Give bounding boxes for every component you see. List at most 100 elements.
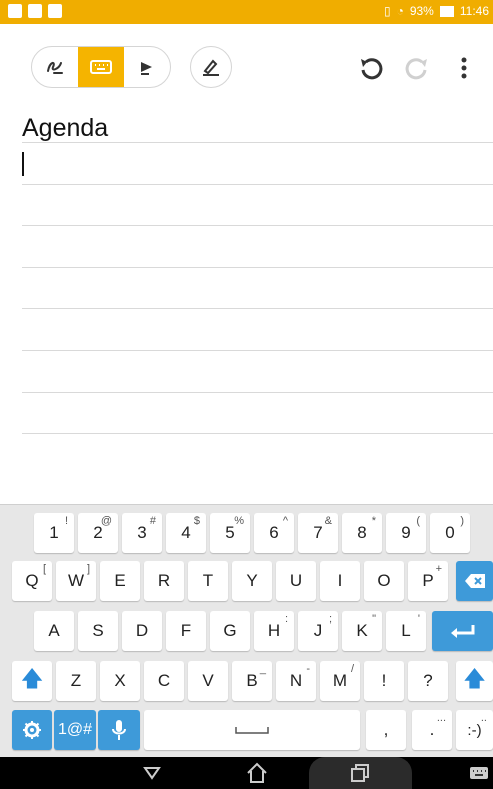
note-title[interactable]: Agenda: [22, 114, 108, 143]
key[interactable]: X: [100, 661, 140, 701]
pen-settings-button[interactable]: [190, 46, 232, 88]
key[interactable]: 4 $: [166, 513, 206, 553]
ruled-line: [22, 392, 493, 393]
emoticon-key[interactable]: :-) ..: [456, 710, 493, 750]
key-label: :-): [467, 721, 482, 739]
key[interactable]: 5%: [210, 513, 250, 553]
key-label: 3: [137, 523, 147, 542]
key[interactable]: H:: [254, 611, 294, 651]
key-alt-label: ]: [86, 563, 90, 575]
shift-key-left[interactable]: 🡅: [12, 661, 52, 701]
home-button[interactable]: [244, 761, 270, 785]
input-mode-group: [31, 46, 171, 88]
key[interactable]: J;: [298, 611, 338, 651]
key-label: L: [401, 621, 411, 640]
key[interactable]: R: [144, 561, 184, 601]
key-label: K: [356, 621, 368, 640]
key[interactable]: K ": [342, 611, 382, 651]
recent-apps-button[interactable]: [347, 761, 373, 785]
more-vert-icon: [461, 57, 467, 79]
key[interactable]: O: [364, 561, 404, 601]
shift-icon: 🡅: [463, 666, 486, 691]
key[interactable]: 9(: [386, 513, 426, 553]
backspace-icon: [464, 574, 485, 588]
key[interactable]: ?: [408, 661, 448, 701]
back-button[interactable]: [139, 761, 165, 785]
key[interactable]: 7 &: [298, 513, 338, 553]
key[interactable]: G: [210, 611, 250, 651]
key[interactable]: S: [78, 611, 118, 651]
key[interactable]: F: [166, 611, 206, 651]
back-icon: [143, 767, 161, 780]
key-alt-label: ...: [436, 712, 446, 724]
key-alt-label: *: [371, 515, 376, 527]
key[interactable]: C: [144, 661, 184, 701]
key[interactable]: 8 *: [342, 513, 382, 553]
backspace-key[interactable]: [456, 561, 493, 601]
key[interactable]: D: [122, 611, 162, 651]
key[interactable]: V: [188, 661, 228, 701]
notification-icon: [8, 4, 22, 18]
key-label: P: [422, 571, 434, 590]
key[interactable]: A: [34, 611, 74, 651]
keyboard-icon: [90, 60, 112, 74]
key[interactable]: I: [320, 561, 360, 601]
comma-key[interactable]: ,: [366, 710, 406, 750]
key-label: W: [67, 571, 85, 590]
key-label: X: [114, 671, 126, 690]
key[interactable]: 2 @: [78, 513, 118, 553]
keyboard-mode-button[interactable]: [78, 47, 124, 87]
more-options-button[interactable]: [446, 50, 482, 86]
note-canvas[interactable]: Agenda: [0, 104, 493, 504]
key-label: E: [114, 571, 126, 590]
key[interactable]: 0): [430, 513, 470, 553]
ruled-line: [22, 267, 493, 268]
key-alt-label: &: [324, 515, 332, 527]
key[interactable]: Y: [232, 561, 272, 601]
key-label: B: [246, 671, 258, 690]
key[interactable]: 3 #: [122, 513, 162, 553]
key-label: 7: [313, 523, 323, 542]
key-label: S: [92, 621, 104, 640]
key[interactable]: 1!: [34, 513, 74, 553]
key[interactable]: U: [276, 561, 316, 601]
key-label: H: [267, 621, 281, 640]
space-key[interactable]: [144, 710, 360, 750]
key-label: A: [48, 621, 60, 640]
key-alt-label: ": [372, 613, 376, 625]
key[interactable]: P +: [408, 561, 448, 601]
home-icon: [247, 762, 267, 783]
key[interactable]: E: [100, 561, 140, 601]
undo-button[interactable]: [353, 50, 389, 86]
enter-key[interactable]: [432, 611, 493, 651]
key[interactable]: N-: [276, 661, 316, 701]
status-bar: ▯ ◔ 93% 11:46: [0, 0, 493, 24]
key[interactable]: 6 ^: [254, 513, 294, 553]
shift-key-right[interactable]: 🡅: [456, 661, 493, 701]
enter-icon: [450, 625, 474, 638]
key-label: .: [429, 720, 435, 739]
keyboard-icon: [470, 767, 488, 779]
key[interactable]: M /: [320, 661, 360, 701]
settings-key[interactable]: [12, 710, 52, 750]
key[interactable]: B _: [232, 661, 272, 701]
soft-keyboard: 1! 2 @3 #4 $5% 6 ^ 7 & 8 * 9(0) Q[W] E R T Y U I O P + ASDFG…: [0, 504, 493, 757]
ruled-line: [22, 433, 493, 434]
key[interactable]: Q[: [12, 561, 52, 601]
voice-input-key[interactable]: [98, 710, 140, 750]
symbols-key[interactable]: 1@#: [54, 710, 96, 750]
key[interactable]: Z: [56, 661, 96, 701]
key-alt-label: (: [416, 515, 420, 527]
key[interactable]: L ': [386, 611, 426, 651]
key-label: R: [157, 571, 171, 590]
key-label: Y: [246, 571, 258, 590]
period-key[interactable]: . ...: [412, 710, 452, 750]
keyboard-switch-button[interactable]: [466, 761, 492, 785]
key-label: 4: [181, 523, 191, 542]
key[interactable]: W]: [56, 561, 96, 601]
highlighter-mode-button[interactable]: [124, 47, 170, 87]
key[interactable]: T: [188, 561, 228, 601]
key[interactable]: !: [364, 661, 404, 701]
redo-button[interactable]: [399, 50, 435, 86]
handwriting-mode-button[interactable]: [32, 47, 78, 87]
